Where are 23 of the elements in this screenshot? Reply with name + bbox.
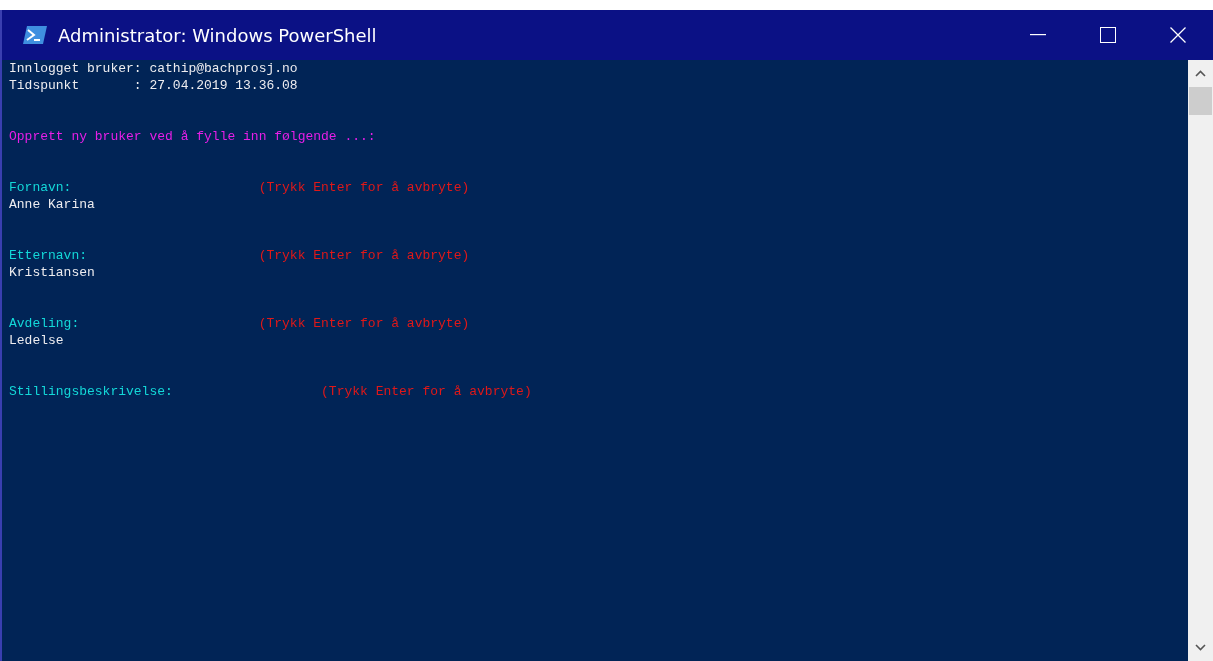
prompt-label: Stillingsbeskrivelse: bbox=[9, 383, 174, 400]
close-icon bbox=[1170, 27, 1186, 43]
scroll-up-icon[interactable] bbox=[1195, 70, 1206, 77]
input-value: Kristiansen bbox=[9, 264, 95, 281]
prompt-label: Etternavn: bbox=[9, 247, 88, 264]
prompt-label: Avdeling: bbox=[9, 315, 81, 332]
powershell-icon bbox=[22, 25, 48, 45]
scrollbar[interactable] bbox=[1188, 60, 1213, 661]
prompt-label: Fornavn: bbox=[9, 179, 73, 196]
scroll-down-icon[interactable] bbox=[1195, 644, 1206, 651]
prompt-hint: (Trykk Enter for å avbryte) bbox=[258, 247, 470, 264]
info-line: Tidspunkt : 27.04.2019 13.36.08 bbox=[9, 77, 298, 94]
prompt-hint: (Trykk Enter for å avbryte) bbox=[258, 179, 470, 196]
prompt-hint: (Trykk Enter for å avbryte) bbox=[258, 315, 470, 332]
input-value: Ledelse bbox=[9, 332, 64, 349]
scroll-thumb[interactable] bbox=[1189, 87, 1212, 115]
heading-line: Opprett ny bruker ved å fylle inn følgende ...: bbox=[9, 128, 376, 145]
minimize-icon bbox=[1030, 34, 1046, 36]
info-line: Innlogget bruker: cathip@bachprosj.no bbox=[9, 60, 298, 77]
prompt-hint: (Trykk Enter for å avbryte) bbox=[321, 383, 532, 400]
window-title: Administrator: Windows PowerShell bbox=[58, 24, 378, 46]
maximize-icon bbox=[1100, 27, 1116, 43]
input-value: Anne Karina bbox=[9, 196, 95, 213]
